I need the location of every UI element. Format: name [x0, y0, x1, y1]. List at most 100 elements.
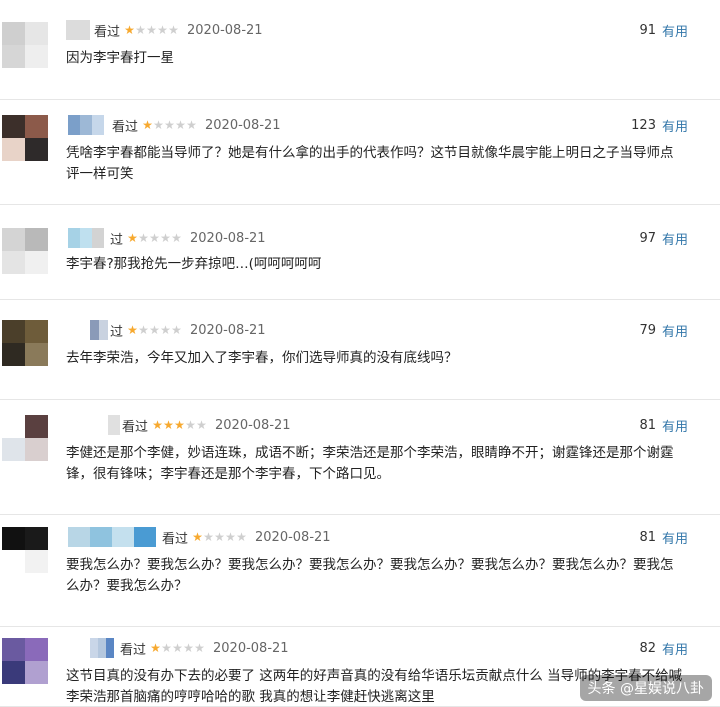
star-icon: ★ [192, 530, 203, 544]
comment-text: 凭啥李宇春都能当导师了？她是有什么拿的出手的代表作吗？这节目就像华晨宇能上明日之… [66, 145, 674, 182]
star-icon: ★ [194, 641, 205, 655]
comment-text: 去年李荣浩，今年又加入了李宇春，你们选导师真的没有底线吗？ [66, 350, 458, 366]
star-icon: ★ [161, 641, 172, 655]
useful-button[interactable]: 有用 [662, 321, 688, 340]
star-icon: ★ [135, 23, 146, 37]
useful-button[interactable]: 有用 [662, 116, 688, 135]
star-icon: ★ [171, 323, 182, 337]
watch-status: 看过 [112, 119, 139, 135]
vote-number: 91 [639, 22, 656, 38]
watch-status: 看过 [162, 531, 189, 547]
useful-button[interactable]: 有用 [662, 639, 688, 658]
star-icon: ★ [138, 231, 149, 245]
username-link[interactable] [68, 527, 156, 547]
star-icon: ★ [203, 530, 214, 544]
vote-number: 97 [639, 230, 656, 246]
watermark-text: 头条 @星娱说八卦 [587, 681, 704, 697]
star-icon: ★ [142, 118, 153, 132]
useful-button[interactable]: 有用 [662, 21, 688, 40]
comment-text: 李宇春?那我抢先一步弃掠吧…(呵呵呵呵呵 [66, 256, 322, 272]
comment-item: 过 ★ ★ ★ ★ ★ 2020-08-21 79 有用 去年李荣浩，今年又加入了李宇春，你们选导… [0, 320, 720, 400]
vote-count: 82 有用 [639, 638, 688, 658]
star-icon: ★ [149, 323, 160, 337]
avatar[interactable] [2, 638, 48, 684]
comment-item: 看过 ★ ★ ★ ★ ★ 2020-08-21 123 有用凭啥李宇春都能当导师了？她是有什么拿… [0, 115, 720, 205]
vote-count: 81 有用 [639, 415, 688, 435]
rating-stars: ★ ★ ★ ★ ★ [127, 232, 182, 244]
watch-status: 过 [110, 324, 124, 340]
star-icon: ★ [124, 23, 135, 37]
star-icon: ★ [183, 641, 194, 655]
star-icon: ★ [150, 641, 161, 655]
comment-text: 李健还是那个李健，妙语连珠，成语不断；李荣浩还是那个李荣浩，眼睛睁不开；谢霆锋还… [66, 445, 674, 482]
avatar[interactable] [2, 415, 48, 461]
comment-item: 过 ★ ★ ★ ★ ★ 2020-08-21 97 有用 李宇春?那我抢先一步弃掠吧…(呵呵呵呵呵 [0, 228, 720, 300]
useful-button[interactable]: 有用 [662, 416, 688, 435]
comment-meta: 看过 ★ ★ ★ ★ ★ 2020-08-21 [112, 115, 281, 135]
star-icon: ★ [149, 231, 160, 245]
vote-count: 81 有用 [639, 527, 688, 547]
vote-count: 123 有用 [631, 115, 688, 135]
useful-button[interactable]: 有用 [662, 528, 688, 547]
username-link[interactable] [108, 415, 120, 435]
vote-count: 79 有用 [639, 320, 688, 340]
comment-meta: 过 ★ ★ ★ ★ ★ 2020-08-21 [110, 228, 266, 248]
watch-status: 看过 [120, 642, 147, 658]
watermark: 头条 @星娱说八卦 [579, 675, 712, 701]
star-icon: ★ [127, 323, 138, 337]
comment-item: 看过 ★ ★ ★ ★ ★ 2020-08-21 81 有用李健还是那个李健，妙语连珠，成语不断；… [0, 415, 720, 515]
vote-number: 81 [639, 417, 656, 433]
rating-stars: ★ ★ ★ ★ ★ [152, 419, 207, 431]
avatar[interactable] [2, 320, 48, 366]
vote-count: 97 有用 [639, 228, 688, 248]
comment-meta: 看过 ★ ★ ★ ★ ★ 2020-08-21 [122, 415, 291, 435]
vote-number: 79 [639, 322, 656, 338]
useful-button[interactable]: 有用 [662, 229, 688, 248]
star-icon: ★ [172, 641, 183, 655]
vote-number: 82 [639, 640, 656, 656]
star-icon: ★ [168, 23, 179, 37]
comment-meta: 看过 ★ ★ ★ ★ ★ 2020-08-21 [162, 527, 331, 547]
comment-item: 看过 ★ ★ ★ ★ ★ 2020-08-21 91 有用 因为李宇春打一星 [0, 20, 720, 100]
comment-date: 2020-08-21 [255, 529, 331, 545]
star-icon: ★ [157, 23, 168, 37]
star-icon: ★ [196, 418, 207, 432]
star-icon: ★ [138, 323, 149, 337]
username-link[interactable] [66, 20, 90, 40]
username-link[interactable] [90, 320, 108, 340]
comment-meta: 看过 ★ ★ ★ ★ ★ 2020-08-21 [120, 638, 289, 658]
watch-status: 看过 [122, 419, 149, 435]
comment-date: 2020-08-21 [213, 640, 289, 656]
star-icon: ★ [186, 118, 197, 132]
comment-text: 因为李宇春打一星 [66, 50, 174, 66]
star-icon: ★ [171, 231, 182, 245]
username-link[interactable] [68, 115, 104, 135]
star-icon: ★ [236, 530, 247, 544]
star-icon: ★ [160, 231, 171, 245]
avatar[interactable] [2, 22, 48, 68]
star-icon: ★ [185, 418, 196, 432]
username-link[interactable] [68, 228, 104, 248]
avatar[interactable] [2, 115, 48, 161]
comment-text: 要我怎么办？要我怎么办？要我怎么办？要我怎么办？要我怎么办？要我怎么办？要我怎么… [66, 557, 674, 594]
vote-number: 123 [631, 117, 656, 133]
star-icon: ★ [153, 118, 164, 132]
username-link[interactable] [90, 638, 114, 658]
comment-date: 2020-08-21 [190, 230, 266, 246]
star-icon: ★ [127, 231, 138, 245]
star-icon: ★ [164, 118, 175, 132]
star-icon: ★ [160, 323, 171, 337]
comment-date: 2020-08-21 [187, 22, 263, 38]
star-icon: ★ [175, 118, 186, 132]
comment-meta: 看过 ★ ★ ★ ★ ★ 2020-08-21 [94, 20, 263, 40]
watch-status: 过 [110, 232, 124, 248]
rating-stars: ★ ★ ★ ★ ★ [150, 642, 205, 654]
star-icon: ★ [174, 418, 185, 432]
comment-date: 2020-08-21 [190, 322, 266, 338]
vote-count: 91 有用 [639, 20, 688, 40]
star-icon: ★ [152, 418, 163, 432]
avatar[interactable] [2, 228, 48, 274]
star-icon: ★ [225, 530, 236, 544]
rating-stars: ★ ★ ★ ★ ★ [127, 324, 182, 336]
avatar[interactable] [2, 527, 48, 573]
